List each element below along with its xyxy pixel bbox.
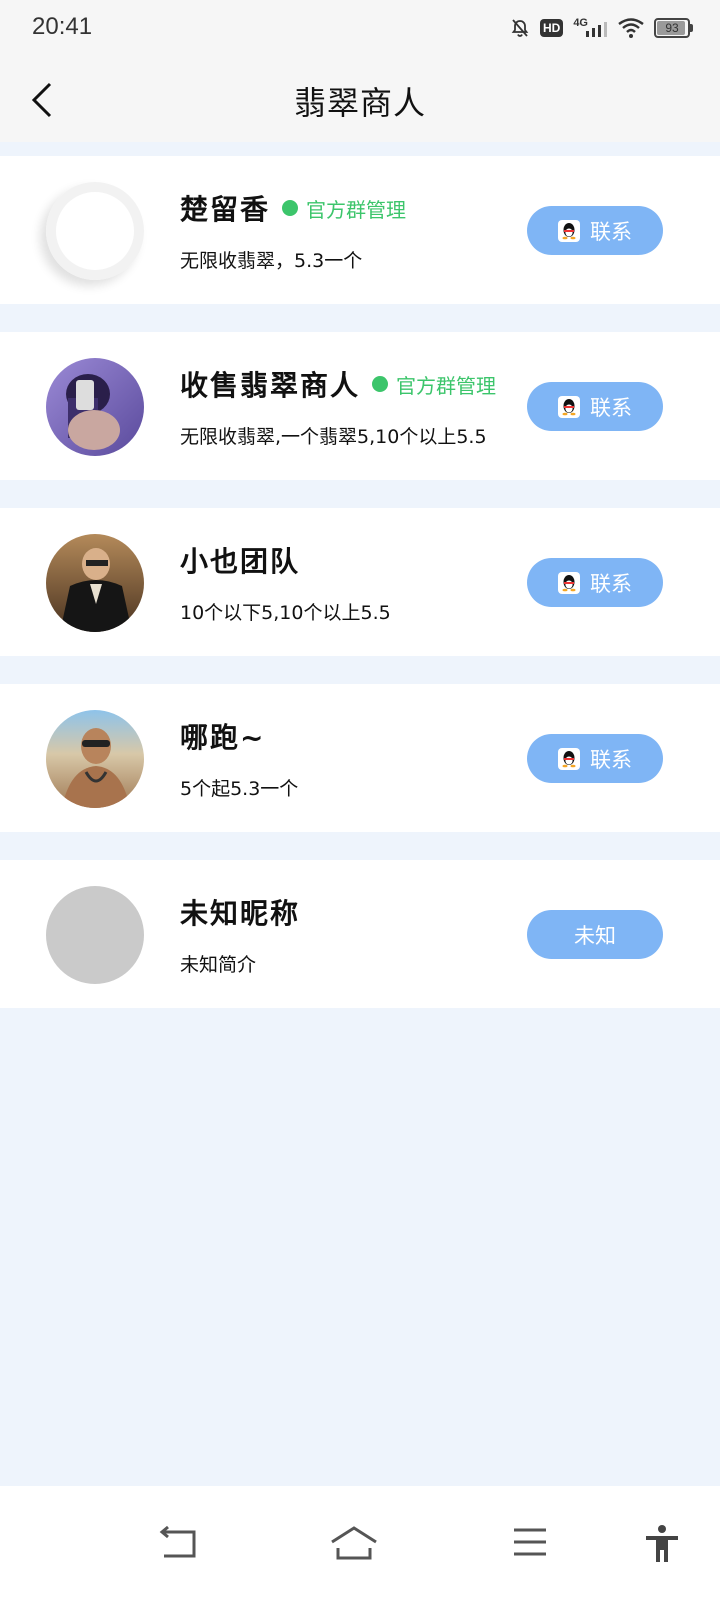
qq-icon bbox=[558, 747, 580, 770]
merchant-description: 无限收翡翠，5.3一个 bbox=[180, 250, 363, 272]
list-item: 小也团队 10个以下5,10个以上5.5 联系 bbox=[0, 508, 720, 656]
status-bar: 20:41 HD 4G 93 bbox=[0, 0, 720, 56]
qq-icon bbox=[558, 395, 580, 418]
avatar-photo bbox=[46, 710, 144, 808]
contact-button[interactable]: 联系 bbox=[527, 558, 663, 607]
merchant-name: 楚留香 bbox=[180, 193, 271, 226]
accessibility-icon[interactable] bbox=[638, 1524, 686, 1564]
battery-icon: 93 bbox=[654, 18, 693, 38]
merchant-description: 无限收翡翠,一个翡翠5,10个以上5.5 bbox=[180, 426, 487, 448]
tag-dot-icon bbox=[372, 376, 389, 392]
avatar bbox=[46, 182, 144, 280]
hd-badge: HD bbox=[539, 19, 564, 37]
merchant-name: 未知昵称 bbox=[180, 897, 301, 930]
qq-icon bbox=[558, 219, 580, 242]
merchant-list: 楚留香 官方群管理 无限收翡翠，5.3一个 联系 收售翡翠商人 官方群管理 无限… bbox=[0, 156, 720, 1036]
contact-button-label: 联系 bbox=[590, 395, 632, 420]
list-item: 哪跑~ 5个起5.3一个 联系 bbox=[0, 684, 720, 832]
network-type: 4G bbox=[573, 17, 588, 29]
avatar bbox=[46, 534, 144, 632]
list-item: 收售翡翠商人 官方群管理 无限收翡翠,一个翡翠5,10个以上5.5 联系 bbox=[0, 332, 720, 480]
merchant-description: 5个起5.3一个 bbox=[180, 778, 299, 800]
contact-button-label: 联系 bbox=[590, 571, 632, 596]
qq-icon bbox=[558, 571, 580, 594]
page-title: 翡翠商人 bbox=[293, 84, 426, 122]
tag-dot-icon bbox=[282, 200, 299, 216]
bell-muted-icon bbox=[511, 19, 529, 37]
back-icon[interactable] bbox=[154, 1524, 202, 1564]
battery-level: 93 bbox=[665, 21, 679, 35]
contact-button-label: 联系 bbox=[590, 219, 632, 244]
list-item: 楚留香 官方群管理 无限收翡翠，5.3一个 联系 bbox=[0, 156, 720, 304]
system-nav-bar bbox=[0, 1486, 720, 1600]
merchant-name: 收售翡翠商人 bbox=[180, 369, 361, 402]
status-icons: HD 4G 93 bbox=[510, 14, 693, 42]
list-item: 未知昵称 未知简介 未知 bbox=[0, 860, 720, 1008]
menu-icon[interactable] bbox=[506, 1524, 554, 1564]
status-time: 20:41 bbox=[32, 13, 93, 40]
contact-button[interactable]: 联系 bbox=[527, 382, 663, 431]
admin-tag: 官方群管理 bbox=[396, 373, 497, 398]
avatar bbox=[46, 886, 144, 984]
title-bar: 翡翠商人 bbox=[0, 56, 720, 142]
avatar bbox=[46, 710, 144, 808]
contact-button[interactable]: 联系 bbox=[527, 206, 663, 255]
contact-button-label: 联系 bbox=[590, 747, 632, 772]
avatar bbox=[46, 358, 144, 456]
avatar-photo bbox=[46, 358, 144, 456]
avatar-photo bbox=[46, 534, 144, 632]
contact-button[interactable]: 联系 bbox=[527, 734, 663, 783]
merchant-name: 小也团队 bbox=[180, 545, 301, 578]
home-icon[interactable] bbox=[330, 1524, 378, 1564]
merchant-name: 哪跑~ bbox=[180, 721, 266, 754]
unknown-button[interactable]: 未知 bbox=[527, 910, 663, 959]
unknown-button-label: 未知 bbox=[574, 923, 616, 948]
merchant-description: 未知简介 bbox=[180, 954, 257, 976]
merchant-description: 10个以下5,10个以上5.5 bbox=[180, 602, 391, 624]
wifi-icon bbox=[618, 18, 644, 38]
admin-tag: 官方群管理 bbox=[306, 197, 407, 222]
